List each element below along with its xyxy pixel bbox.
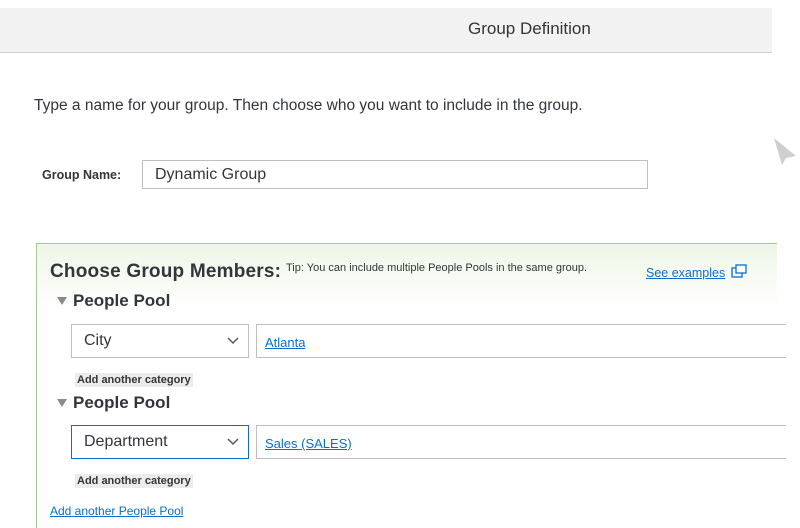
category-value-field: Atlanta	[256, 324, 786, 358]
category-value-link[interactable]: Sales (SALES)	[265, 436, 352, 451]
add-another-people-pool-link[interactable]: Add another People Pool	[50, 504, 183, 518]
add-another-category-button[interactable]: Add another category	[75, 474, 193, 488]
external-link-icon[interactable]	[731, 264, 747, 278]
collapse-triangle-icon[interactable]	[56, 296, 68, 306]
category-select-value: Department	[84, 433, 168, 450]
group-name-label: Group Name:	[42, 168, 122, 182]
category-select-value: City	[84, 332, 112, 349]
collapse-triangle-icon[interactable]	[56, 398, 68, 408]
page-title: Group Definition	[468, 19, 591, 38]
tip-text: Tip: You can include multiple People Poo…	[286, 262, 588, 274]
group-definition-page: Group Definition Type a name for your gr…	[0, 0, 800, 528]
header-bar: Group Definition	[0, 8, 772, 53]
group-name-input[interactable]	[142, 160, 648, 189]
category-select-city[interactable]: City	[71, 324, 249, 358]
people-pool-title: People Pool	[73, 291, 171, 310]
see-examples-link[interactable]: See examples	[646, 266, 725, 280]
category-select-department[interactable]: Department	[71, 425, 249, 459]
people-pool-title: People Pool	[73, 393, 171, 412]
category-value-link[interactable]: Atlanta	[265, 335, 305, 350]
add-another-category-button[interactable]: Add another category	[75, 373, 193, 387]
chevron-down-icon[interactable]	[227, 438, 239, 446]
instruction-text: Type a name for your group. Then choose …	[34, 97, 583, 114]
decorative-arrow-icon	[774, 138, 796, 165]
choose-members-title: Choose Group Members:	[50, 261, 282, 282]
chevron-down-icon[interactable]	[227, 337, 239, 345]
category-value-field: Sales (SALES)	[256, 425, 786, 459]
